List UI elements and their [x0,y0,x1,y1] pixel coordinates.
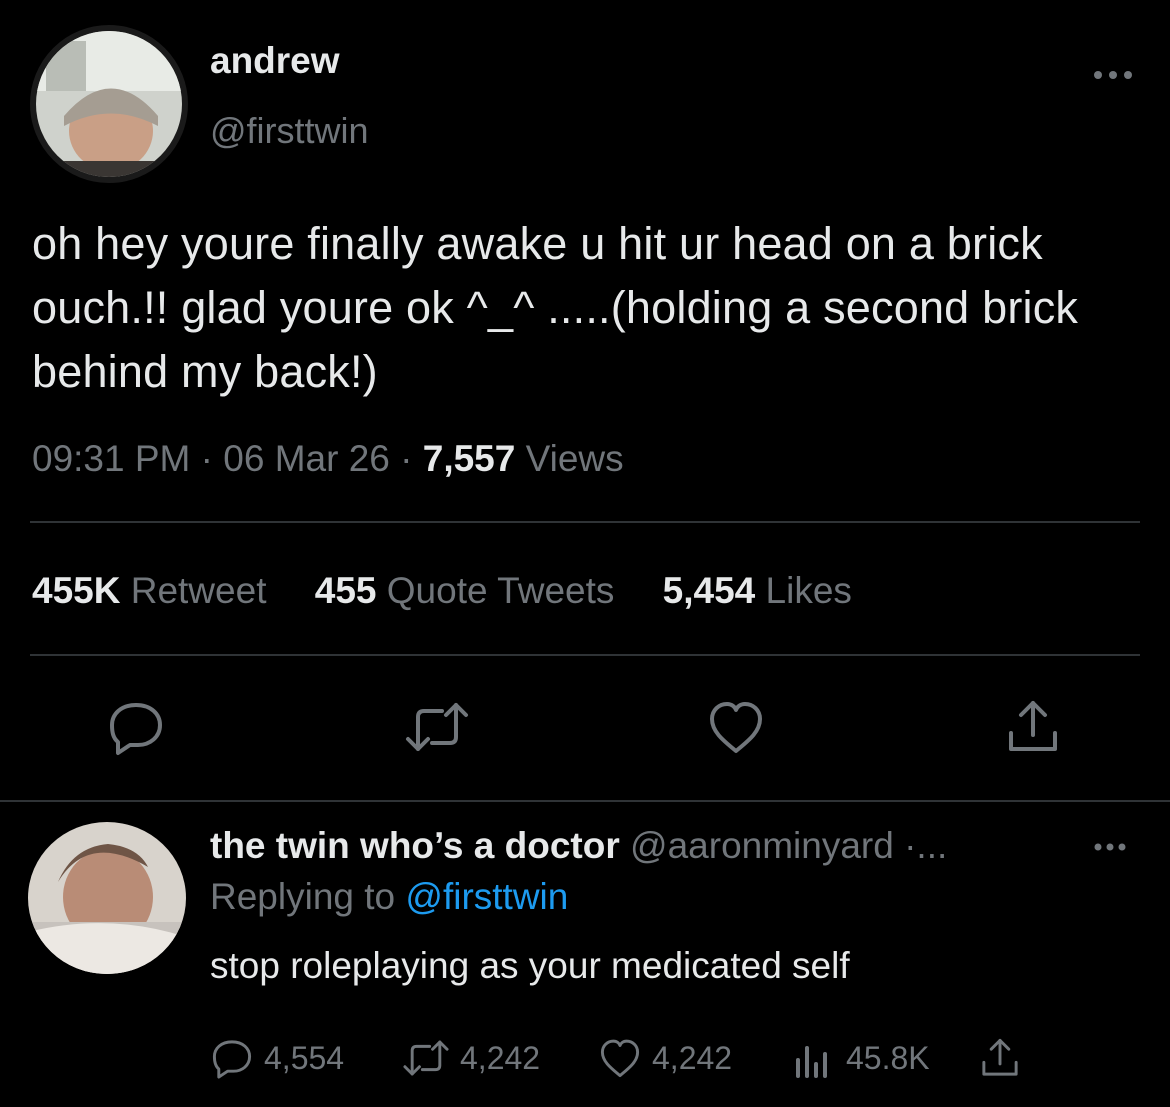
divider [30,521,1140,523]
quotes-count: 455 [314,570,377,611]
reply-retweets-count: 4,242 [460,1039,541,1076]
views-icon [796,1046,827,1078]
reply-author-name[interactable]: the twin who’s a doctor [210,825,620,866]
tweet-stats: 455K Retweet 455 Quote Tweets 5,454 Like… [32,570,890,612]
reply-more-icon[interactable] [1090,835,1130,864]
retweets-label: Retweet [130,570,267,611]
retweets-count: 455K [32,570,121,611]
reply-views-count: 45.8K [846,1039,930,1076]
avatar-image [28,822,186,974]
retweet-icon [403,1040,449,1076]
reply-like-button[interactable]: 4,242 [598,1030,732,1086]
likes-label: Likes [765,570,852,611]
replying-prefix: Replying to [210,876,396,917]
quotes-stat[interactable]: 455 Quote Tweets [315,570,615,611]
author-name[interactable]: andrew [210,40,340,82]
tweet-meta: 09:31 PM · 06 Mar 26 · 7,557 Views [32,438,624,480]
share-icon [982,1038,1018,1076]
reply-replies-count: 4,554 [264,1039,345,1076]
replying-to: Replying to @firsttwin [210,876,568,918]
reply-share-button[interactable] [978,1030,1032,1086]
share-icon[interactable] [1003,697,1063,757]
avatar-image [36,31,182,177]
like-icon[interactable] [706,697,766,757]
author-avatar[interactable] [30,25,188,183]
like-icon [600,1039,640,1078]
likes-stat[interactable]: 5,454 Likes [663,570,852,611]
reply-icon[interactable] [106,697,166,757]
reply-icon [212,1040,252,1079]
reply-retweet-button[interactable]: 4,242 [402,1030,540,1086]
reply-avatar[interactable] [28,822,186,974]
retweets-stat[interactable]: 455K Retweet [32,570,266,611]
retweet-icon[interactable] [404,697,468,757]
replying-handle-link[interactable]: @firsttwin [405,876,568,917]
likes-count: 5,454 [662,570,756,611]
reply-likes-count: 4,242 [652,1039,733,1076]
views-count: 7,557 [422,438,516,479]
more-icon[interactable] [1088,60,1138,90]
divider [0,800,1170,802]
divider [30,654,1140,656]
reply-author-handle[interactable]: @aaronminyard ·... [630,825,947,866]
reply-text: stop roleplaying as your medicated self [210,945,850,986]
author-handle[interactable]: @firsttwin [210,110,369,152]
reply-reply-button[interactable]: 4,554 [210,1030,344,1086]
reply-views-button[interactable]: 45.8K [792,1030,930,1086]
tweet-text: oh hey youre finally awake u hit ur head… [32,218,1079,397]
tweet-date[interactable]: 06 Mar 26 [223,438,390,479]
meta-separator: · [200,438,213,479]
quotes-label: Quote Tweets [386,570,615,611]
views-label: Views [525,438,624,479]
reply-header: the twin who’s a doctor @aaronminyard ·.… [210,825,947,867]
meta-separator: · [400,438,413,479]
tweet-time[interactable]: 09:31 PM [32,438,190,479]
